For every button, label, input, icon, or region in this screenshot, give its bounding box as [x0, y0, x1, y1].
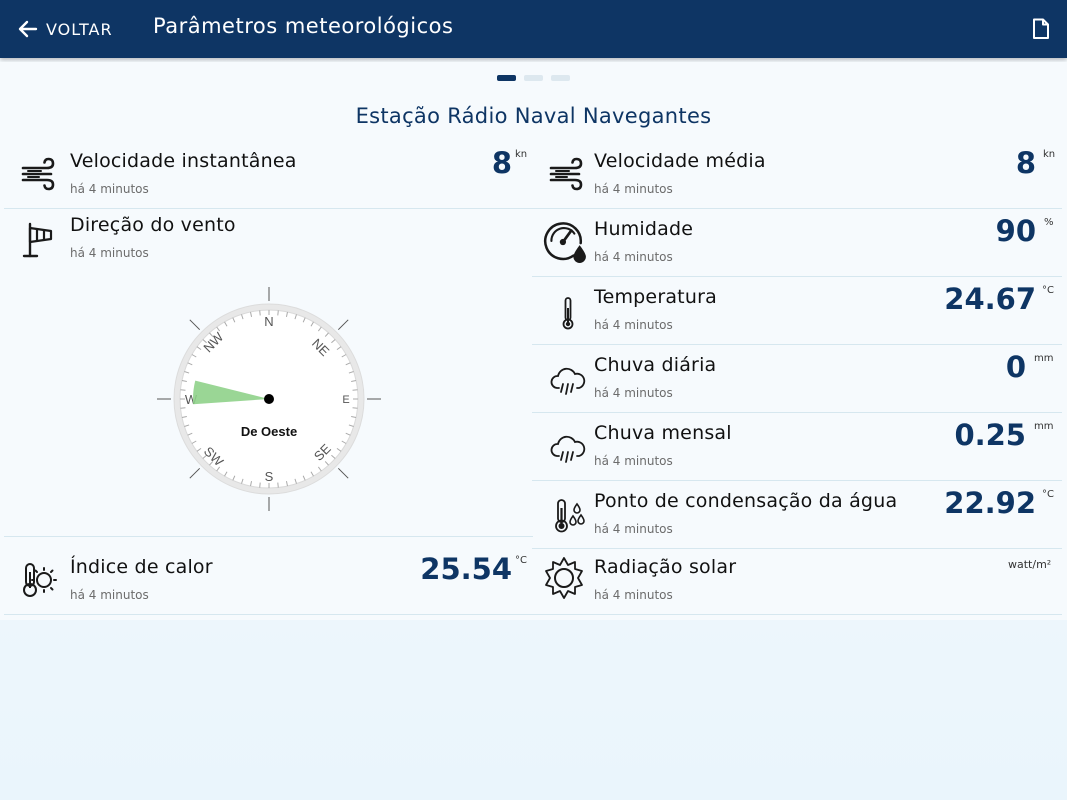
humidity-value: 90 [995, 214, 1036, 248]
humidity-unit: % [1044, 217, 1054, 228]
avg-speed-unit: kn [1043, 149, 1056, 160]
rain-cloud-icon [550, 367, 586, 395]
monthly-rain-unit: mm [1034, 421, 1054, 432]
compass-tick [259, 310, 261, 316]
station-name: Estação Rádio Naval Navegantes [355, 104, 712, 128]
compass-major-tick [337, 467, 349, 479]
daily-rain-row: Chuva diária há 4 minutos 0 mm [532, 350, 1062, 413]
heat-index-unit: °C [515, 555, 527, 566]
temperature-unit: °C [1042, 285, 1054, 296]
avg-speed-value: 8 [1015, 146, 1036, 180]
daily-rain-value: 0 [1005, 350, 1026, 384]
monthly-rain-value: 0.25 [954, 418, 1026, 452]
dew-point-row: Ponto de condensação da água há 4 minuto… [532, 486, 1062, 549]
wind-speed-updated: há 4 minutos [70, 182, 149, 196]
dew-point-updated: há 4 minutos [594, 522, 673, 536]
temperature-row: Temperatura há 4 minutos 24.67 °C [532, 282, 1062, 345]
dew-point-value: 22.92 [944, 486, 1036, 520]
daily-rain-updated: há 4 minutos [594, 386, 673, 400]
compass-tick [180, 389, 186, 391]
heat-index-updated: há 4 minutos [70, 588, 149, 602]
humidity-row: Humidade há 4 minutos 90 % [532, 214, 1062, 277]
heat-index-value: 25.54 [420, 552, 512, 586]
daily-rain-label: Chuva diária [594, 354, 717, 376]
temperature-value: 24.67 [944, 282, 1036, 316]
app-bar: VOLTAR Parâmetros meteorológicos [0, 0, 1067, 58]
page-title: Parâmetros meteorológicos [153, 14, 454, 38]
compass-label-n: N [264, 314, 273, 329]
page-dot-2[interactable] [524, 75, 543, 81]
wind-icon [549, 157, 583, 191]
compass-tick [352, 407, 358, 409]
solar-radiation-label: Radiação solar [594, 556, 737, 578]
wind-speed-unit: kn [515, 149, 528, 160]
wind-direction-updated: há 4 minutos [70, 246, 149, 260]
monthly-rain-updated: há 4 minutos [594, 454, 673, 468]
avg-speed-updated: há 4 minutos [594, 182, 673, 196]
dew-point-unit: °C [1042, 489, 1054, 500]
sun-icon [545, 557, 583, 599]
back-label: VOLTAR [46, 19, 113, 39]
solar-radiation-unit: watt/m² [1008, 558, 1052, 571]
wind-direction-reading: De Oeste [241, 424, 297, 439]
back-button[interactable]: VOLTAR [18, 16, 113, 42]
compass-major-tick [189, 319, 201, 331]
compass-tick [180, 407, 186, 409]
humidity-label: Humidade [594, 218, 694, 240]
page-dot-3[interactable] [551, 75, 570, 81]
monthly-rain-label: Chuva mensal [594, 422, 732, 444]
humidity-gauge-icon [544, 222, 586, 263]
compass-label-e: E [342, 394, 349, 406]
rain-cloud-icon [550, 435, 586, 463]
humidity-updated: há 4 minutos [594, 250, 673, 264]
wind-speed-value: 8 [491, 146, 512, 180]
wind-direction-label: Direção do vento [70, 214, 236, 236]
wind-speed-label: Velocidade instantânea [70, 150, 297, 172]
compass-tick [352, 389, 358, 391]
compass-tick [259, 482, 261, 488]
solar-radiation-updated: há 4 minutos [594, 588, 673, 602]
heat-index-row: Índice de calor há 4 minutos 25.54 °C [4, 552, 533, 615]
temperature-label: Temperatura [594, 286, 717, 308]
solar-radiation-row: Radiação solar há 4 minutos watt/m² [532, 552, 1062, 615]
compass-major-tick [337, 319, 349, 331]
thermometer-icon [562, 297, 574, 330]
avg-speed-label: Velocidade média [594, 150, 766, 172]
compass-tick [277, 482, 279, 488]
avg-speed-row: Velocidade média há 4 minutos 8 kn [532, 146, 1062, 209]
daily-rain-unit: mm [1034, 353, 1054, 364]
wind-compass: N NE E SE S SW W NW De Oeste [157, 287, 381, 511]
dew-point-label: Ponto de condensação da água [594, 490, 898, 512]
arrow-left-icon [18, 20, 38, 38]
temperature-updated: há 4 minutos [594, 318, 673, 332]
compass-major-tick [189, 467, 201, 479]
heat-index-label: Índice de calor [70, 556, 213, 578]
dew-point-icon [555, 499, 585, 533]
compass-tick [277, 310, 279, 316]
compass-label-s: S [265, 469, 274, 484]
wind-speed-row: Velocidade instantânea há 4 minutos 8 kn [4, 146, 533, 209]
document-icon[interactable] [1031, 18, 1051, 40]
windsock-icon [22, 222, 53, 258]
page-dot-1[interactable] [497, 75, 516, 81]
compass-center-dot [264, 394, 274, 404]
page-indicator [497, 75, 570, 81]
wind-icon [21, 157, 55, 191]
monthly-rain-row: Chuva mensal há 4 minutos 0.25 mm [532, 418, 1062, 481]
heat-index-icon [23, 563, 57, 597]
